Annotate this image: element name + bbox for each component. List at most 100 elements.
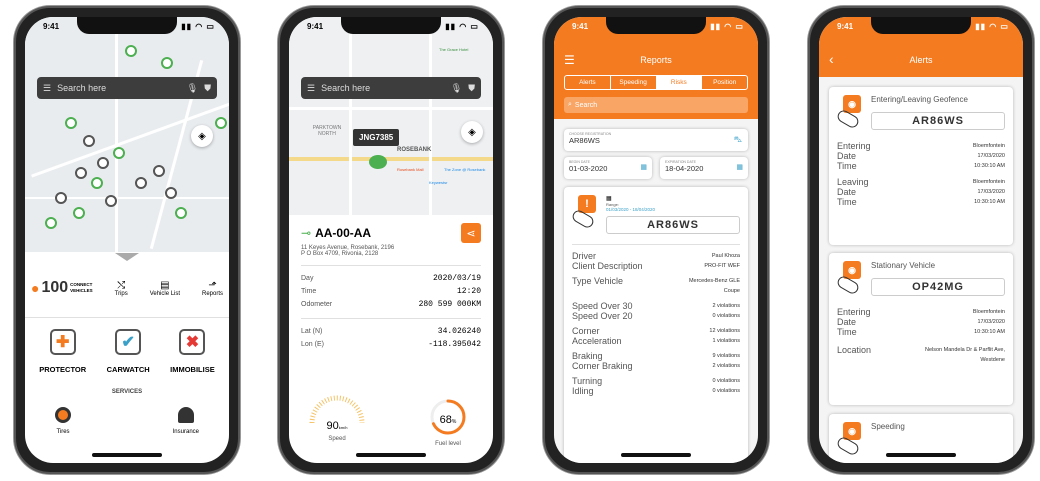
alert-title: Speeding [871, 422, 905, 431]
shield-icon[interactable]: ⛊ [468, 83, 475, 94]
fuel-value: 68 [439, 414, 452, 426]
lat-value: 34.026240 [437, 327, 481, 336]
alert-card[interactable]: ◉ Entering/Leaving Geofence AR86WS Entering… [829, 87, 1013, 245]
alert-row: Entering Bloemfontein [837, 141, 1005, 151]
signal-wifi-battery-icon: ▮▮ ◠ ▭ [975, 22, 1009, 31]
search-input[interactable]: Search here [321, 83, 445, 93]
risk-label: Corner [572, 326, 600, 336]
service-carwatch-label: CARWATCH [106, 365, 150, 374]
signal-wifi-battery-icon: ▮▮ ◠ ▭ [710, 22, 744, 31]
mic-icon[interactable]: 🎙 [451, 83, 462, 94]
fuel-gauge: 68% Fuel level [423, 397, 473, 447]
report-search[interactable]: ⌕ Search [564, 97, 748, 113]
tab-alerts[interactable]: Alerts [565, 76, 611, 89]
phone-reports: 9:41 ▮▮ ◠ ▭ ☰ Reports Alerts Speeding Ris… [543, 6, 769, 474]
signal-wifi-battery-icon: ▮▮ ◠ ▭ [181, 22, 215, 31]
risk-value: 2 violations [712, 363, 740, 369]
layers-icon[interactable]: ◈ [461, 121, 483, 143]
reg-value: AR86WS [569, 136, 600, 145]
risk-row-labels: Type Vehicle [572, 276, 623, 286]
risk-row-values: 9 violations 2 violations [712, 351, 740, 371]
search-bar[interactable]: ☰ Search here 🎙 ⛊ [301, 77, 481, 99]
car-icon: ⛍ [733, 135, 742, 144]
lon-value: -118.395042 [428, 340, 481, 349]
calendar-icon: ▦ [640, 164, 647, 171]
risk-value: PRO-FIT WEF [704, 263, 740, 269]
odometer-label: Odometer [301, 301, 333, 308]
search-input[interactable]: Search here [57, 83, 181, 93]
alert-row: Time 10:30:10 AM [837, 197, 1005, 207]
risk-card: ! ▦ Range: 01/03/2020 - 18/04/2020 AR86W… [564, 187, 748, 463]
registration-select[interactable]: CHOOSE REGISTRATION AR86WS ⛍ [564, 129, 748, 151]
service-immobilise[interactable]: ✖ IMMOBILISE [170, 329, 215, 377]
alert-row: Date 17/03/2020 [837, 317, 1005, 327]
speed-value: 90 [326, 420, 339, 432]
collapse-handle[interactable] [115, 253, 139, 261]
tab-speeding[interactable]: Speeding [611, 76, 657, 89]
service-carwatch[interactable]: ✔ CARWATCH [107, 329, 150, 377]
odometer-value: 280 599 000KM [418, 300, 481, 309]
time-value: 12:20 [456, 287, 481, 296]
alert-row-label: Date [837, 317, 857, 327]
trips-icon: ⤭ [117, 279, 126, 291]
risk-value: 0 violations [712, 313, 740, 319]
risk-value: 12 violations [709, 328, 740, 334]
risk-row-labels: Braking Corner Braking [572, 351, 633, 371]
nav-vehicle-list[interactable]: ▤ Vehicle List [150, 280, 180, 297]
alert-card[interactable]: ◉ Stationary Vehicle OP42MG Entering Bloemfo… [829, 253, 1013, 405]
alert-rows: Entering Bloemfontein Date 17/03/2020 Time 10… [837, 307, 1005, 365]
nav-vehicle-list-label: Vehicle List [149, 290, 181, 297]
signal-wifi-battery-icon: ▮▮ ◠ ▭ [445, 22, 479, 31]
alerts-screen: 9:41 ▮▮ ◠ ▭ ‹ Alerts ◉ Entering/Leaving Ge… [819, 17, 1023, 463]
vehicle-map[interactable]: PARKTOWN NORTH ROSEBANK Rosebank Mall Ke… [289, 17, 493, 215]
service-insurance[interactable]: Insurance [173, 407, 199, 435]
alert-row-label: Time [837, 197, 857, 207]
alert-title: Entering/Leaving Geofence [871, 95, 968, 104]
begin-date-field[interactable]: BEGIN DATE 01-03-2020 ▦ [564, 157, 652, 179]
alert-row-value: Bloemfontein [972, 179, 1005, 185]
nav-reports[interactable]: ⬏ Reports [202, 280, 223, 297]
nav-trips[interactable]: ⤭ Trips [115, 280, 128, 297]
alert-row: Location Nelson Mandela Dr & Parflit Ave,… [837, 345, 1005, 365]
exp-value: 18-04-2020 [665, 164, 704, 173]
alert-row-value: 17/03/2020 [977, 153, 1005, 159]
home-indicator [356, 453, 426, 457]
home-indicator [621, 453, 691, 457]
stats-row: ● 100 CONNECT VEHICLES ⤭ Trips ▤ Vehicle Li… [31, 279, 223, 297]
status-time: 9:41 [572, 22, 589, 31]
expiration-date-field[interactable]: EXPIRATION DATE 18-04-2020 ▦ [660, 157, 748, 179]
share-button[interactable]: ⋖ [461, 223, 481, 243]
service-tires[interactable]: Tires [55, 407, 71, 435]
tab-risks[interactable]: Risks [656, 76, 703, 89]
car-marker-icon[interactable] [369, 155, 387, 169]
service-protector[interactable]: ✚ PROTECTOR [39, 329, 86, 377]
risk-row: Speed Over 30 Speed Over 20 2 violations 0 … [572, 301, 740, 321]
alert-row-value: 10:30:10 AM [974, 199, 1005, 205]
risk-value: 0 violations [712, 388, 740, 394]
vehicle-count: ● 100 CONNECT VEHICLES [31, 279, 93, 297]
search-icon: ⌕ [568, 101, 572, 108]
risk-label: Corner Braking [572, 361, 633, 371]
risk-label: Braking [572, 351, 603, 361]
alert-row: Time 10:30:10 AM [837, 327, 1005, 337]
layers-icon[interactable]: ◈ [191, 125, 213, 147]
map-label-rosebank: ROSEBANK [397, 147, 432, 153]
alert-vehicle-icon: ◉ [835, 95, 863, 131]
map-label-mall: Rosebank Mall [397, 167, 424, 172]
day-value: 2020/03/19 [432, 274, 481, 283]
menu-icon[interactable]: ☰ [43, 83, 51, 94]
menu-icon[interactable]: ☰ [307, 83, 315, 94]
home-map[interactable]: ◈ [25, 17, 229, 252]
vehicle-details: ⊸ AA-00-AA ⋖ 11 Keyes Avenue, Rosebank, … [301, 223, 481, 350]
search-input[interactable]: Search [575, 102, 597, 109]
mic-icon[interactable]: 🎙 [187, 83, 198, 94]
lon-label: Lon (E) [301, 341, 324, 348]
alert-row-label: Leaving [837, 177, 869, 187]
alert-row: Leaving Bloemfontein [837, 177, 1005, 187]
range-value: 01/03/2020 - 18/04/2020 [606, 207, 656, 212]
map-label-parktown: PARKTOWN NORTH [312, 125, 342, 137]
search-bar[interactable]: ☰ Search here 🎙 ⛊ [37, 77, 217, 99]
alert-plate: AR86WS [871, 112, 1005, 130]
tab-position[interactable]: Position [702, 76, 747, 89]
shield-icon[interactable]: ⛊ [204, 83, 211, 94]
